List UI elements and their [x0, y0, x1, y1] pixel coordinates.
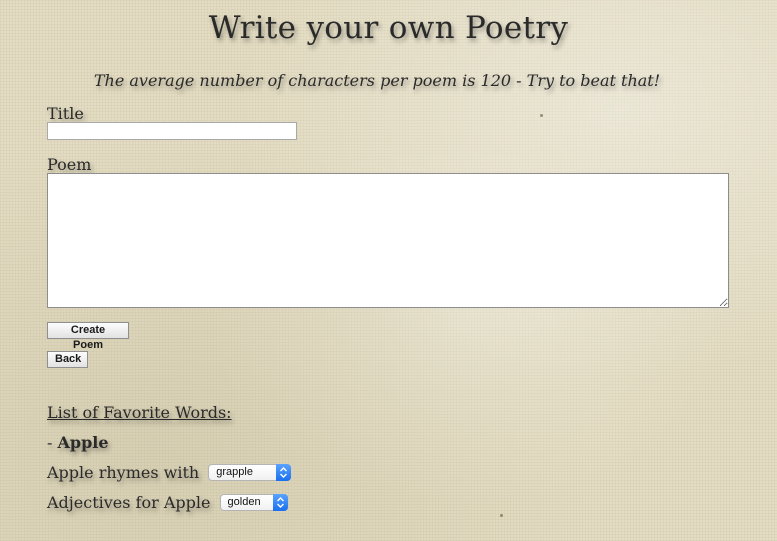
poem-label: Poem [47, 155, 92, 174]
create-poem-button[interactable]: Create Poem [47, 322, 129, 351]
favorite-word: Apple [57, 433, 109, 452]
rhymes-label: Apple rhymes with [47, 463, 200, 482]
adjectives-label: Adjectives for Apple [47, 493, 211, 512]
poem-textarea[interactable] [47, 173, 729, 308]
back-button[interactable]: Back [47, 351, 88, 368]
updown-chevron-icon [276, 463, 292, 481]
adjectives-select-value: golden [227, 495, 261, 508]
adjectives-select[interactable]: golden [219, 493, 288, 511]
texture-speck [500, 514, 503, 517]
favorite-word-prefix: - [47, 433, 58, 452]
title-input[interactable] [47, 122, 297, 140]
texture-speck [540, 114, 543, 117]
rhymes-select-value: grapple [216, 465, 253, 478]
favorite-word-item: - Apple [47, 433, 109, 452]
rhymes-select[interactable]: grapple [208, 463, 292, 481]
tagline: The average number of characters per poe… [93, 71, 661, 90]
adjectives-row: Adjectives for Apple golden [47, 493, 288, 512]
rhymes-row: Apple rhymes with grapple [47, 463, 292, 482]
favorites-heading: List of Favorite Words: [47, 403, 232, 422]
page-title: Write your own Poetry [208, 10, 569, 46]
title-label: Title [47, 104, 84, 123]
updown-chevron-icon [272, 493, 288, 511]
